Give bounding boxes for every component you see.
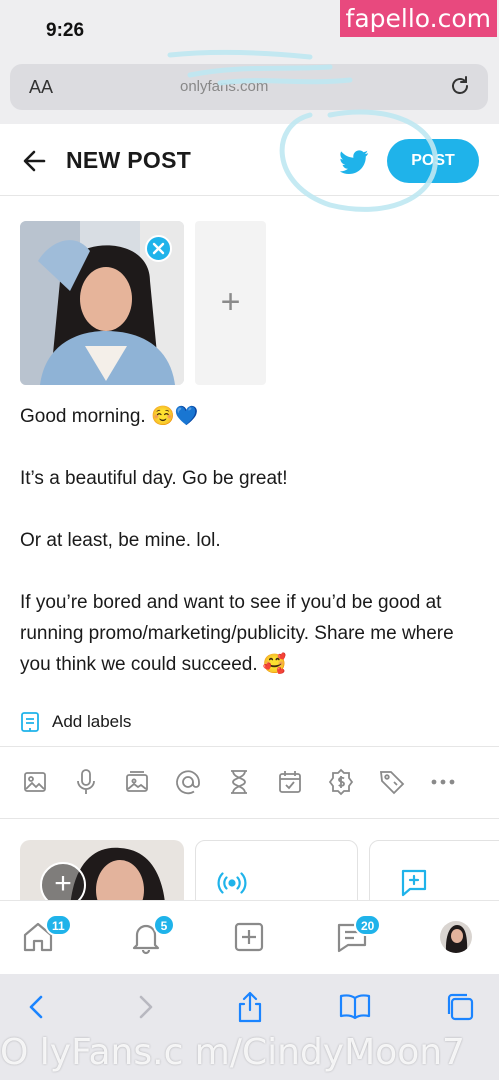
microphone-icon[interactable] [71,766,101,798]
price-icon[interactable] [326,766,356,798]
avatar[interactable] [440,921,472,953]
url-text[interactable]: onlyfans.com [180,78,268,95]
bottom-nav: 11 5 20 [0,900,499,974]
more-icon[interactable] [428,766,458,798]
post-paragraph: Or at least, be mine. lol. [20,530,221,551]
twitter-icon[interactable] [337,145,371,179]
mention-icon[interactable] [173,766,203,798]
calendar-icon[interactable] [275,766,305,798]
live-stream-icon [217,872,247,894]
add-labels-button[interactable]: Add labels [20,707,131,737]
remove-media-button[interactable] [145,235,172,262]
watermark-bottom: O lyFans.c m/CindyMoon7 [0,1032,465,1073]
tag-icon[interactable] [377,766,407,798]
bookmarks-icon[interactable] [338,990,372,1024]
browser-forward-icon[interactable] [128,990,162,1024]
share-icon[interactable] [233,990,267,1024]
media-vault-icon[interactable] [122,766,152,798]
home-badge: 11 [45,914,72,936]
url-bar[interactable]: AA onlyfans.com [10,64,488,110]
post-paragraph: Good morning. ☺️💙 [20,406,199,427]
tabs-icon[interactable] [443,990,477,1024]
page-title: NEW POST [66,147,192,173]
status-time: 9:26 [46,20,85,41]
add-post-icon[interactable] [231,919,267,955]
messages-badge: 20 [354,914,382,936]
divider [0,746,499,747]
reader-text-size-button[interactable]: AA [29,77,53,98]
add-labels-text: Add labels [52,712,132,731]
post-paragraph: If you’re bored and want to see if you’d… [20,592,454,675]
post-toolbar [20,766,480,800]
label-icon [21,712,39,732]
watermark-top: fapello.com [339,0,497,37]
add-media-button[interactable]: + [195,221,266,385]
notifications-badge: 5 [153,914,175,936]
safari-toolbar: O lyFans.c m/CindyMoon7 [0,974,499,1080]
image-icon[interactable] [20,766,50,798]
close-icon [152,242,165,255]
browser-back-icon[interactable] [20,990,54,1024]
add-message-icon [401,869,427,897]
reload-icon[interactable] [448,74,472,98]
post-text[interactable]: Good morning. ☺️💙 It’s a beautiful day. … [20,401,480,680]
new-post-header: NEW POST POST [0,124,499,196]
post-button[interactable]: POST [387,139,479,183]
post-paragraph: It’s a beautiful day. Go be great! [20,468,288,489]
back-arrow-icon[interactable] [20,146,50,176]
plus-icon: + [220,283,241,321]
hourglass-icon[interactable] [224,766,254,798]
divider [0,818,499,819]
